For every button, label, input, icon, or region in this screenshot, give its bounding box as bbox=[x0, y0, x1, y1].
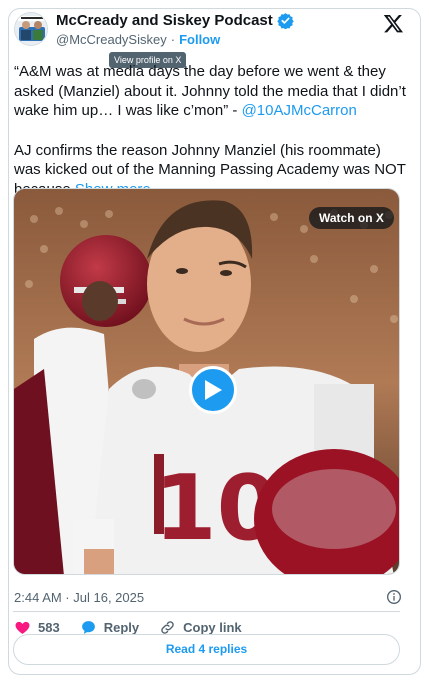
play-icon bbox=[205, 380, 222, 400]
author-avatar[interactable] bbox=[14, 12, 48, 46]
tweet-timestamp[interactable]: 2:44 AM · Jul 16, 2025 bbox=[14, 590, 144, 605]
copy-link-label: Copy link bbox=[183, 620, 242, 635]
author-handle[interactable]: @McCreadySiskey bbox=[56, 32, 167, 47]
like-count: 583 bbox=[38, 620, 60, 635]
mention-link[interactable]: @10AJMcCarron bbox=[242, 102, 357, 119]
x-logo-icon[interactable] bbox=[383, 13, 404, 34]
author-handle-row: @McCreadySiskey · Follow bbox=[56, 32, 220, 47]
play-button[interactable] bbox=[189, 366, 237, 414]
tweet-paragraph-1: “A&M was at media days the day before we… bbox=[14, 62, 406, 121]
verified-badge-icon bbox=[277, 13, 294, 29]
read-replies-button[interactable]: Read 4 replies bbox=[13, 634, 400, 665]
watch-on-x-badge[interactable]: Watch on X bbox=[309, 207, 394, 229]
info-icon[interactable] bbox=[386, 589, 402, 605]
author-display-name[interactable]: McCready and Siskey Podcast bbox=[56, 12, 273, 29]
follow-button[interactable]: Follow bbox=[179, 32, 220, 47]
handle-separator: · bbox=[170, 32, 176, 47]
tweet-text: “A&M was at media days the day before we… bbox=[14, 62, 406, 200]
author-name-row[interactable]: McCready and Siskey Podcast bbox=[56, 12, 294, 29]
reply-label: Reply bbox=[103, 620, 140, 635]
divider bbox=[13, 611, 400, 612]
